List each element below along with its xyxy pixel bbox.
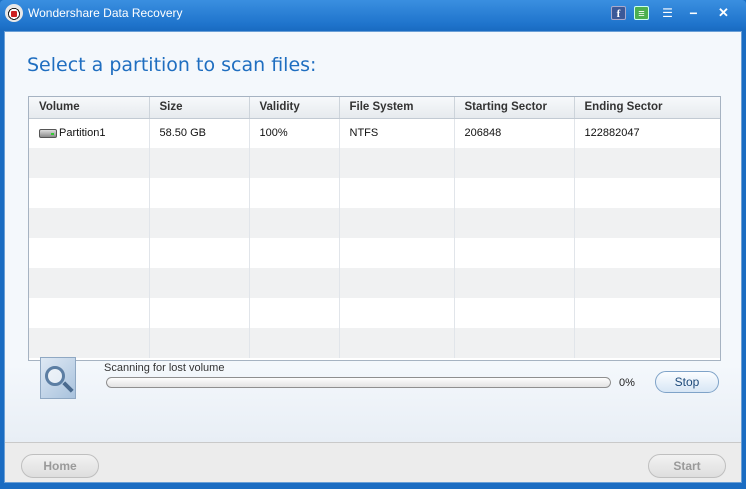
title-bar[interactable]: Wondershare Data Recovery f ≡ ☰ − ✕ xyxy=(0,0,746,28)
empty-row xyxy=(29,328,720,358)
column-header-starting-sector[interactable]: Starting Sector xyxy=(454,97,575,119)
home-button[interactable]: Home xyxy=(21,454,99,478)
magnifier-handle-icon xyxy=(62,381,74,393)
scan-status-panel xyxy=(5,364,741,442)
page-title: Select a partition to scan files: xyxy=(27,54,317,76)
column-header-validity[interactable]: Validity xyxy=(249,97,340,119)
stop-button[interactable]: Stop xyxy=(655,371,719,393)
column-header-volume[interactable]: Volume xyxy=(29,97,150,119)
cell-volume: Partition1 xyxy=(29,118,150,148)
hard-drive-icon xyxy=(39,128,57,138)
minimize-icon[interactable]: − xyxy=(686,6,701,20)
chat-icon[interactable]: ≡ xyxy=(634,6,649,20)
empty-row xyxy=(29,238,720,268)
cell-size: 58.50 GB xyxy=(149,118,250,148)
empty-row xyxy=(29,178,720,208)
close-icon[interactable]: ✕ xyxy=(716,6,731,20)
scan-status-text: Scanning for lost volume xyxy=(104,362,225,374)
app-window: Wondershare Data Recovery f ≡ ☰ − ✕ Sele… xyxy=(0,0,746,489)
client-area: Select a partition to scan files: Volume… xyxy=(4,31,742,483)
cell-file-system: NTFS xyxy=(339,118,455,148)
scan-document-icon xyxy=(40,357,76,399)
window-title: Wondershare Data Recovery xyxy=(28,6,183,20)
empty-row xyxy=(29,148,720,178)
partition-table[interactable]: Volume Size Validity File System Startin… xyxy=(28,96,721,361)
cell-starting-sector: 206848 xyxy=(454,118,575,148)
empty-row xyxy=(29,268,720,298)
scan-progress-bar xyxy=(106,377,611,388)
cell-ending-sector: 122882047 xyxy=(574,118,720,148)
menu-icon[interactable]: ☰ xyxy=(660,6,675,20)
app-logo-icon xyxy=(5,4,23,22)
column-header-size[interactable]: Size xyxy=(149,97,250,119)
column-header-ending-sector[interactable]: Ending Sector xyxy=(574,97,720,119)
volume-name: Partition1 xyxy=(59,127,106,140)
empty-row xyxy=(29,208,720,238)
progress-percent: 0% xyxy=(619,377,635,389)
column-header-file-system[interactable]: File System xyxy=(339,97,455,119)
cell-validity: 100% xyxy=(249,118,340,148)
facebook-icon[interactable]: f xyxy=(611,6,626,20)
start-button[interactable]: Start xyxy=(648,454,726,478)
footer-bar: Home Start xyxy=(5,442,741,482)
table-row[interactable]: Partition1 58.50 GB 100% NTFS 206848 122… xyxy=(29,118,720,148)
table-header-row: Volume Size Validity File System Startin… xyxy=(29,97,720,119)
empty-row xyxy=(29,298,720,328)
